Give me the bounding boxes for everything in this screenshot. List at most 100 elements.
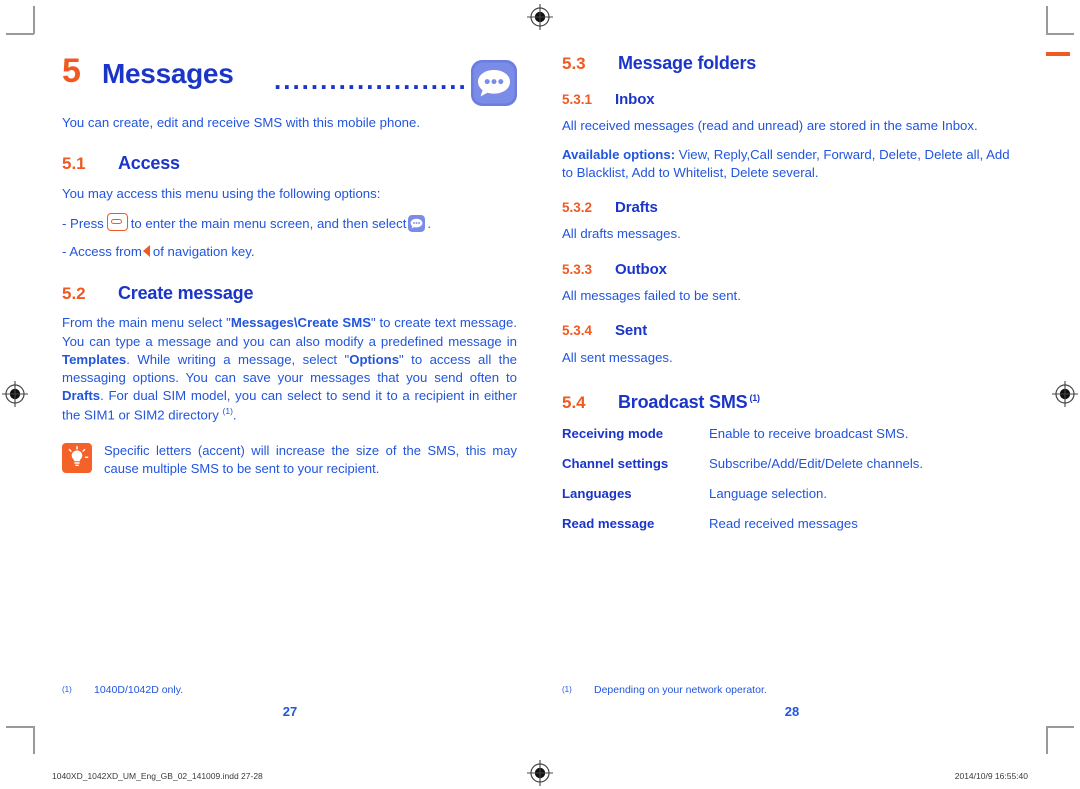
heading-access-number: 5.1	[62, 154, 86, 174]
registration-mark-top	[527, 4, 553, 30]
chapter-title: Messages	[102, 58, 234, 89]
registration-mark-left	[2, 381, 28, 407]
tip-text: Specific letters (accent) will increase …	[104, 443, 517, 477]
table-row: Read message Read received messages	[562, 515, 1017, 532]
crop-mark-top-right-v	[1046, 6, 1048, 34]
heading-broadcast-sms: 5.4 Broadcast SMS (1)	[562, 392, 1017, 413]
heading-drafts-number: 5.3.2	[562, 199, 593, 215]
cm-bold-drafts: Drafts	[62, 388, 101, 404]
heading-broadcast-sms-number: 5.4	[562, 393, 586, 413]
footnote-left-marker: (1)	[62, 685, 72, 694]
option-term: Read message	[562, 516, 655, 532]
heading-sent: 5.3.4 Sent	[562, 323, 1017, 340]
heading-outbox-number: 5.3.3	[562, 261, 593, 277]
cm-footnote-marker: (1)	[222, 405, 233, 416]
access-option-navkey-suffix: of navigation key.	[152, 244, 255, 260]
heading-access-title: Access	[118, 153, 180, 174]
access-option-press-prefix: - Press	[62, 216, 104, 232]
table-row: Channel settings Subscribe/Add/Edit/Dele…	[562, 455, 1017, 472]
crop-mark-bottom-left-h	[6, 726, 34, 728]
heading-drafts: 5.3.2 Drafts	[562, 198, 1017, 217]
option-description: Subscribe/Add/Edit/Delete channels.	[709, 456, 924, 472]
option-description: Enable to receive broadcast SMS.	[709, 425, 909, 441]
chapter-leader-dots: ...........................	[274, 74, 465, 94]
page-number-right: 28	[784, 704, 800, 719]
heading-message-folders-number: 5.3	[562, 54, 586, 73]
broadcast-sms-title-text: Broadcast SMS	[618, 392, 748, 413]
access-option-navkey: - Access from of navigation key.	[62, 243, 517, 261]
heading-outbox-title: Outbox	[615, 260, 667, 278]
heading-message-folders-title: Message folders	[618, 53, 757, 73]
access-option-press: - Press to enter the main menu screen, an…	[62, 213, 517, 233]
crop-mark-bottom-left-v	[33, 726, 35, 754]
access-option-navkey-prefix: - Access from	[62, 244, 142, 260]
footnote-left: (1) 1040D/1042D only.	[62, 684, 482, 698]
lightbulb-tip-icon	[62, 443, 92, 474]
option-term: Channel settings	[562, 456, 669, 472]
cm-part-5: . For dual SIM model, you can select to …	[62, 388, 517, 422]
footnote-left-text: 1040D/1042D only.	[94, 684, 184, 696]
heading-create-message: 5.2 Create message	[62, 282, 517, 304]
heading-message-folders: 5.3 Message folders	[562, 53, 1017, 74]
heading-inbox-number: 5.3.1	[562, 91, 593, 107]
cm-part-1: From the main menu select "	[62, 315, 231, 331]
page-number-left: 27	[282, 704, 298, 719]
color-bar-top-right	[1046, 52, 1070, 56]
print-slug-timestamp: 2014/10/9 16:55:40	[954, 771, 1028, 781]
heading-inbox-title: Inbox	[615, 90, 655, 108]
heading-broadcast-sms-title: Broadcast SMS (1)	[618, 392, 760, 413]
ok-key-icon	[106, 213, 128, 232]
cm-bold-options: Options	[349, 351, 400, 367]
messages-app-icon	[471, 60, 517, 106]
left-page-column: 5 Messages ........................... Y…	[62, 46, 517, 478]
chapter-header: 5 Messages ...........................	[62, 46, 517, 106]
broadcast-sms-option-list: Receiving mode Enable to receive broadca…	[562, 425, 1017, 533]
option-term: Languages	[562, 486, 632, 502]
print-slug-filename: 1040XD_1042XD_UM_Eng_GB_02_141009.indd 2…	[52, 771, 263, 781]
chapter-number: 5	[62, 52, 81, 90]
option-description: Read received messages	[709, 516, 858, 532]
tip-callout: Specific letters (accent) will increase …	[62, 442, 517, 478]
navigation-left-arrow-icon	[142, 245, 150, 258]
inbox-available-options: Available options: View, Reply,Call send…	[562, 146, 1017, 182]
inbox-available-options-label: Available options:	[562, 146, 676, 162]
heading-sent-title: Sent	[615, 322, 648, 340]
cm-part-6: .	[232, 406, 237, 422]
registration-mark-bottom	[527, 760, 553, 786]
sent-description: All sent messages.	[562, 349, 673, 365]
messages-inline-icon	[408, 215, 426, 233]
registration-mark-right	[1052, 381, 1078, 407]
broadcast-sms-footnote-marker: (1)	[749, 393, 760, 404]
footnote-right-text: Depending on your network operator.	[594, 684, 767, 696]
heading-outbox: 5.3.3 Outbox	[562, 260, 1017, 279]
crop-mark-bottom-right-h	[1046, 726, 1074, 728]
access-intro-text: You may access this menu using the follo…	[62, 186, 381, 202]
heading-access: 5.1 Access	[62, 153, 517, 174]
heading-inbox: 5.3.1 Inbox	[562, 90, 1017, 109]
right-page-column: 5.3 Message folders 5.3.1 Inbox All rece…	[562, 46, 1017, 546]
option-description: Language selection.	[709, 486, 828, 502]
access-option-press-middle: to enter the main menu screen, and then …	[130, 216, 407, 232]
heading-create-message-title: Create message	[118, 282, 254, 303]
crop-mark-top-left-v	[33, 6, 35, 34]
cm-part-3: . While writing a message, select "	[126, 351, 350, 367]
create-message-paragraph: From the main menu select "Messages\Crea…	[62, 314, 517, 424]
option-term: Receiving mode	[562, 425, 664, 441]
crop-mark-top-right-h	[1046, 33, 1074, 35]
outbox-description: All messages failed to be sent.	[562, 288, 741, 304]
manual-page-spread: 5 Messages ........................... Y…	[0, 0, 1080, 789]
crop-mark-bottom-right-v	[1046, 726, 1048, 754]
heading-sent-number: 5.3.4	[562, 323, 593, 339]
chapter-intro-text: You can create, edit and receive SMS wit…	[62, 115, 420, 130]
heading-create-message-number: 5.2	[62, 283, 86, 303]
crop-mark-top-left-h	[6, 33, 34, 35]
footnote-right: (1) Depending on your network operator.	[562, 684, 982, 698]
inbox-description: All received messages (read and unread) …	[562, 118, 978, 134]
table-row: Languages Language selection.	[562, 485, 1017, 502]
access-option-press-suffix: .	[427, 216, 432, 232]
footnote-right-marker: (1)	[562, 685, 572, 694]
table-row: Receiving mode Enable to receive broadca…	[562, 425, 1017, 442]
heading-drafts-title: Drafts	[615, 198, 658, 216]
cm-bold-templates: Templates	[62, 351, 127, 367]
drafts-description: All drafts messages.	[562, 226, 681, 242]
